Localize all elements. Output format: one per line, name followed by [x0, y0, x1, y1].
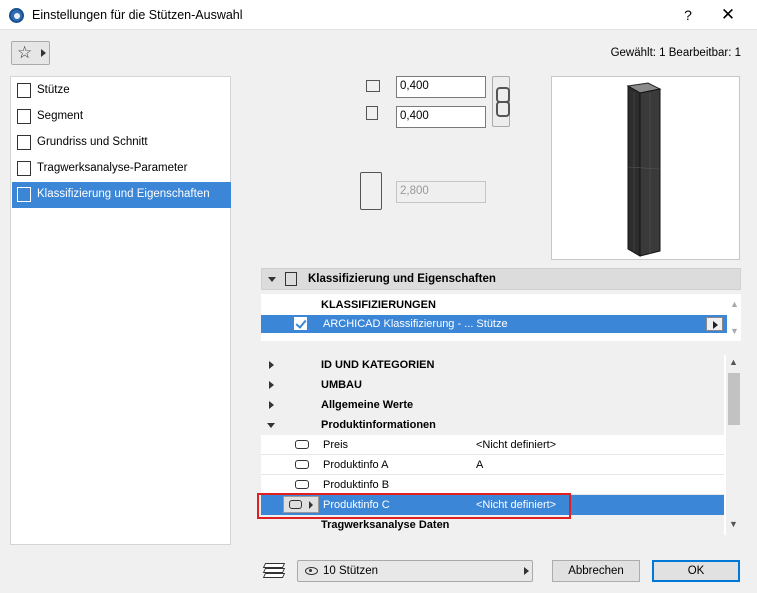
settings-nav-panel: Stütze Segment Grundriss und Schnitt Tra…: [10, 76, 231, 545]
scrollbar-thumb[interactable]: [728, 373, 740, 425]
column-preview-graphic: [626, 82, 662, 257]
group-label: Allgemeine Werte: [321, 399, 414, 411]
group-label: ID UND KATEGORIEN: [321, 359, 435, 371]
element-filter-label: 10 Stützen: [323, 565, 378, 577]
chevron-right-icon: [269, 401, 274, 409]
properties-scrollbar[interactable]: ▲ ▼: [726, 355, 741, 535]
chevron-right-icon: [269, 361, 274, 369]
width-dimension-icon: [366, 80, 380, 92]
nav-item-grundriss[interactable]: Grundriss und Schnitt: [12, 130, 231, 156]
custom-property-icon: [295, 480, 309, 489]
group-label: Tragwerksanalyse Daten: [321, 519, 450, 531]
nav-item-klassifizierung[interactable]: Klassifizierung und Eigenschaften: [12, 182, 231, 208]
segment-icon: [17, 109, 31, 124]
arrow-right-icon: [41, 49, 46, 57]
floorplan-icon: [17, 135, 31, 150]
property-name: Produktinfo A: [323, 459, 389, 471]
height-dimension-icon: [360, 172, 382, 210]
ok-button[interactable]: OK: [652, 560, 740, 582]
chevron-down-icon: [268, 277, 276, 282]
classification-icon: [285, 272, 297, 286]
section-title: Klassifizierung und Eigenschaften: [308, 273, 496, 285]
nav-item-stuetze[interactable]: Stütze: [12, 78, 231, 104]
width-input[interactable]: 0,400: [396, 76, 486, 98]
group-umbau[interactable]: UMBAU: [261, 375, 724, 395]
property-row-produktinfo-b[interactable]: Produktinfo B: [261, 475, 724, 495]
selection-info: Gewählt: 1 Bearbeitbar: 1: [610, 47, 741, 59]
eye-icon: [305, 567, 318, 575]
help-button[interactable]: ?: [676, 4, 700, 26]
nav-item-label: Tragwerksanalyse-Parameter: [37, 162, 188, 174]
scroll-down-icon[interactable]: ▼: [729, 519, 738, 529]
custom-property-icon: [295, 460, 309, 469]
archicad-app-icon: [9, 8, 24, 23]
section-header-klassifizierung[interactable]: Klassifizierung und Eigenschaften: [261, 268, 741, 290]
custom-property-icon: [295, 440, 309, 449]
scroll-down-icon[interactable]: ▼: [730, 326, 739, 336]
classification-checkbox[interactable]: [294, 317, 307, 330]
property-name: Preis: [323, 439, 349, 451]
title-bar: Einstellungen für die Stützen-Auswahl ? …: [0, 0, 757, 30]
nav-item-label: Stütze: [37, 84, 70, 96]
3d-preview[interactable]: [551, 76, 740, 260]
structural-icon: [17, 161, 31, 176]
classification-header: KLASSIFIZIERUNGEN: [321, 299, 436, 311]
scroll-up-icon[interactable]: ▲: [729, 357, 738, 367]
column-icon: [17, 83, 31, 98]
property-value[interactable]: <Nicht definiert>: [476, 439, 556, 451]
star-icon: ☆: [17, 43, 33, 62]
property-name: Produktinfo B: [323, 479, 390, 491]
nav-item-label: Klassifizierung und Eigenschaften: [37, 188, 210, 200]
property-row-preis[interactable]: Preis <Nicht definiert>: [261, 435, 724, 455]
classification-label: ARCHICAD Klassifizierung - ... Stütze: [323, 318, 508, 330]
property-value[interactable]: A: [476, 459, 483, 471]
highlight-box: [257, 493, 571, 519]
classification-icon: [17, 187, 31, 202]
close-button[interactable]: ✕: [715, 4, 741, 26]
group-label: Produktinformationen: [321, 419, 436, 431]
group-allgemeine-werte[interactable]: Allgemeine Werte: [261, 395, 724, 415]
nav-item-label: Grundriss und Schnitt: [37, 136, 148, 148]
chevron-down-icon: [267, 423, 275, 428]
depth-dimension-icon: [366, 106, 378, 120]
classification-menu-button[interactable]: [706, 317, 723, 331]
nav-item-label: Segment: [37, 110, 84, 122]
window-title: Einstellungen für die Stützen-Auswahl: [32, 8, 243, 22]
link-dimensions-button[interactable]: [492, 76, 510, 127]
scroll-up-icon[interactable]: ▲: [730, 299, 739, 309]
element-filter-dropdown[interactable]: 10 Stützen: [297, 560, 533, 582]
height-input: 2,800: [396, 181, 486, 203]
depth-input[interactable]: 0,400: [396, 106, 486, 128]
cancel-button[interactable]: Abbrechen: [552, 560, 640, 582]
favorites-button[interactable]: ☆: [11, 41, 50, 65]
classification-row[interactable]: ARCHICAD Klassifizierung - ... Stütze: [261, 315, 727, 333]
classification-list: KLASSIFIZIERUNGEN ARCHICAD Klassifizieru…: [261, 294, 741, 341]
nav-item-tragwerksanalyse[interactable]: Tragwerksanalyse-Parameter: [12, 156, 231, 182]
layers-icon[interactable]: [262, 561, 286, 579]
group-label: UMBAU: [321, 379, 362, 391]
group-produktinformationen[interactable]: Produktinformationen: [261, 415, 724, 435]
nav-item-segment[interactable]: Segment: [12, 104, 231, 130]
group-id-kategorien[interactable]: ID UND KATEGORIEN: [261, 355, 724, 375]
chevron-right-icon: [269, 381, 274, 389]
arrow-right-icon: [524, 567, 529, 575]
property-row-produktinfo-a[interactable]: Produktinfo A A: [261, 455, 724, 475]
